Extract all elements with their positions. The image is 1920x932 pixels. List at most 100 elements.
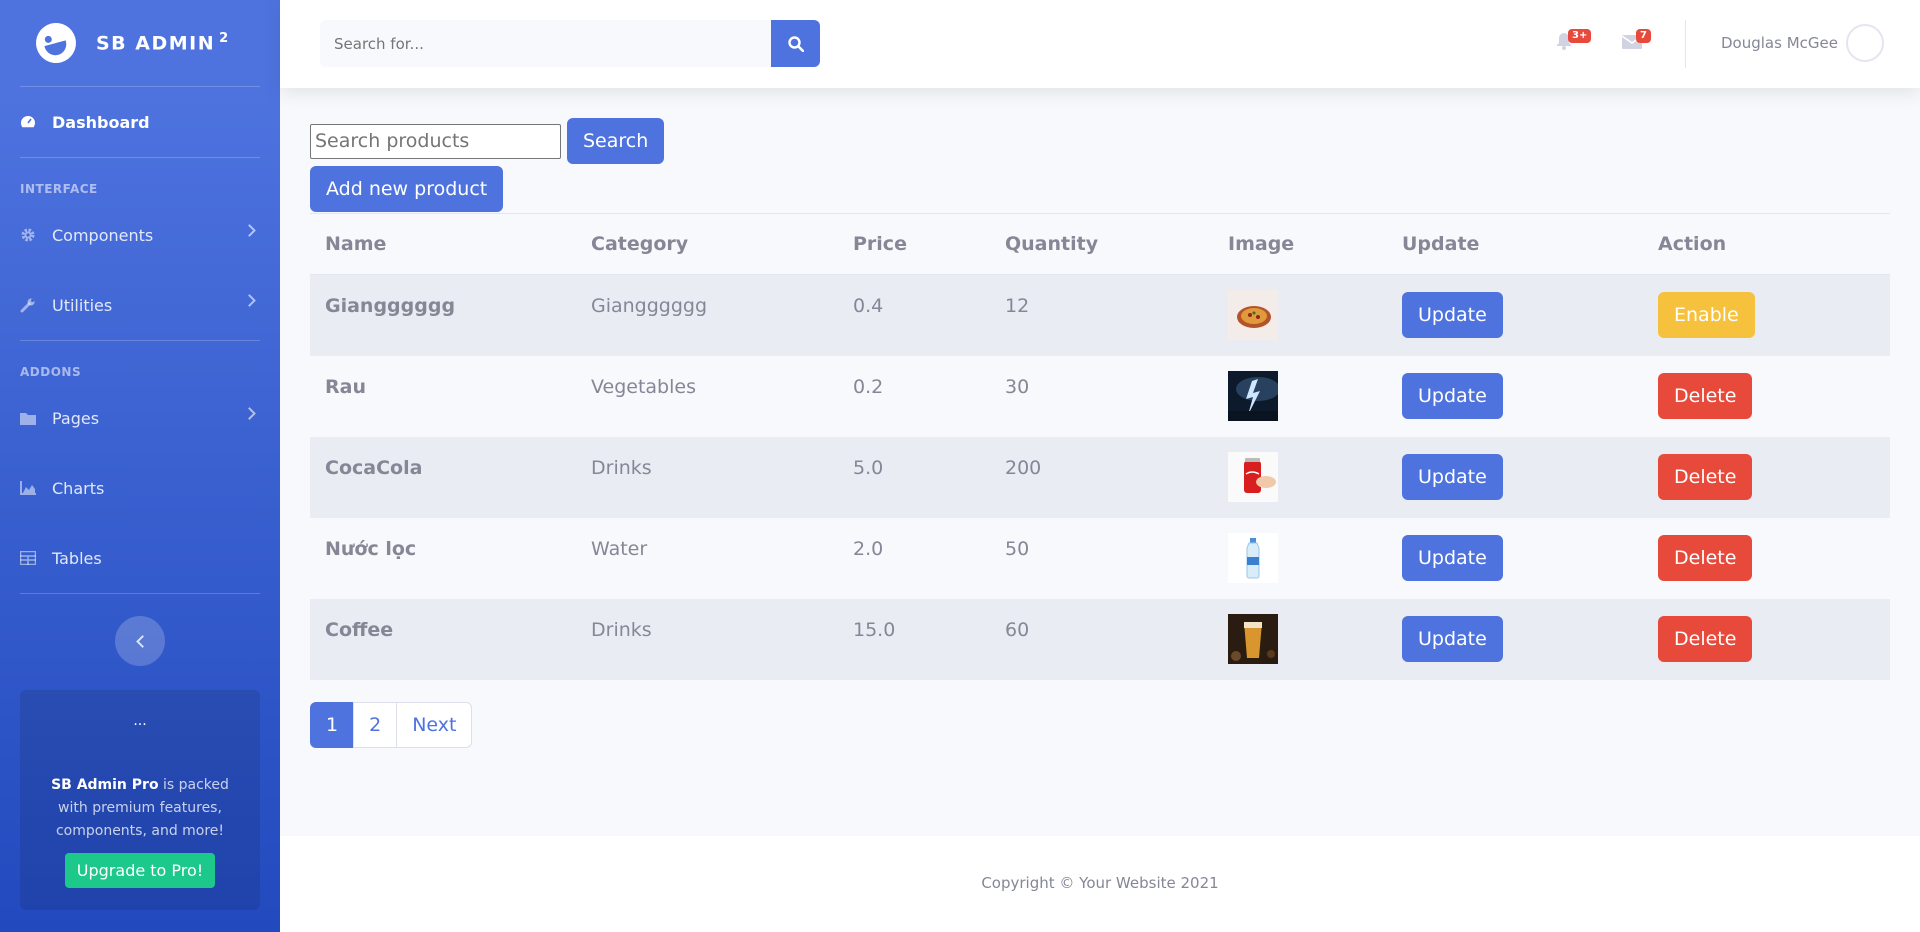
copyright-text: Copyright © Your Website 2021: [981, 874, 1219, 892]
product-category: Water: [591, 537, 648, 560]
delete-button[interactable]: Delete: [1658, 373, 1753, 419]
product-name: CocaCola: [310, 436, 576, 518]
column-header-name: Name: [310, 213, 576, 275]
table-icon: [20, 551, 52, 565]
product-price: 0.4: [838, 274, 990, 356]
products-table: Name Category Price Quantity Image Updat…: [310, 213, 1890, 680]
column-header-update: Update: [1387, 213, 1643, 275]
page-2-link[interactable]: 2: [353, 701, 398, 748]
product-price: 2.0: [853, 537, 884, 560]
sidebar-item-label: Components: [52, 225, 154, 245]
gear-icon: [20, 227, 52, 243]
table-row: Coffee Drinks 15.0 60 Update Delete: [310, 598, 1890, 680]
brand-sup: 2: [219, 31, 230, 47]
product-quantity: 60: [990, 598, 1213, 680]
product-price: 15.0: [838, 598, 990, 680]
sidebar-item-label: Tables: [52, 548, 102, 568]
folder-icon: [20, 411, 52, 425]
chevron-right-icon: [243, 294, 256, 307]
sidebar-divider: [20, 593, 260, 594]
sidebar-item-utilities[interactable]: Utilities: [0, 270, 280, 340]
update-button[interactable]: Update: [1402, 535, 1503, 581]
product-search-button[interactable]: Search: [567, 118, 665, 164]
product-search-input[interactable]: [310, 123, 561, 159]
alerts-dropdown[interactable]: 3+: [1556, 29, 1592, 54]
sidebar-item-dashboard[interactable]: Dashboard: [0, 87, 280, 157]
page-1-link[interactable]: 1: [310, 701, 355, 748]
product-price: 5.0: [838, 436, 990, 518]
topbar-search-input[interactable]: [320, 20, 771, 67]
column-header-price: Price: [838, 213, 990, 275]
add-product-button[interactable]: Add new product: [310, 166, 504, 212]
chevron-right-icon: [243, 407, 256, 420]
enable-button[interactable]: Enable: [1658, 292, 1755, 339]
sidebar-item-label: Utilities: [52, 295, 113, 315]
column-header-quantity: Quantity: [990, 213, 1213, 275]
promo-bold: SB Admin Pro: [51, 777, 159, 793]
table-row: Rau Vegetables 0.2 30 Update Delete: [310, 356, 1890, 437]
sidebar-heading-interface: INTERFACE: [20, 182, 98, 196]
topbar-divider: [1685, 20, 1686, 68]
delete-button[interactable]: Delete: [1658, 535, 1753, 581]
next-page-link[interactable]: Next: [396, 701, 473, 748]
column-header-category: Category: [576, 213, 838, 275]
pagination: 1 2 Next: [310, 701, 1890, 748]
laugh-wink-icon: [31, 18, 81, 68]
table-row: CocaCola Drinks 5.0 200 Update Delete: [310, 436, 1890, 518]
update-button[interactable]: Update: [1402, 292, 1503, 339]
footer: Copyright © Your Website 2021: [280, 836, 1920, 932]
chart-area-icon: [20, 481, 52, 495]
wrench-icon: [20, 297, 52, 313]
user-name[interactable]: Douglas McGee: [1721, 34, 1838, 52]
table-header-row: Name Category Price Quantity Image Updat…: [310, 213, 1890, 275]
topbar: 3+ 7 Douglas McGee: [280, 0, 1920, 88]
water-bottle-image: [1228, 533, 1278, 583]
search-icon: [787, 35, 804, 52]
product-category: Vegetables: [591, 375, 696, 398]
sidebar-item-label: Dashboard: [52, 112, 150, 132]
column-header-action: Action: [1643, 213, 1890, 275]
topbar-search-button[interactable]: [771, 20, 820, 67]
product-quantity: 30: [1005, 375, 1030, 398]
delete-button[interactable]: Delete: [1658, 454, 1753, 500]
product-name: Giangggggg: [310, 274, 576, 356]
storm-image: [1228, 371, 1278, 421]
sidebar-toggle-button[interactable]: [115, 616, 165, 666]
product-category: Drinks: [576, 436, 838, 518]
sidebar-item-label: Charts: [52, 478, 105, 498]
sidebar-item-charts[interactable]: Charts: [0, 453, 280, 523]
product-price: 0.2: [853, 375, 884, 398]
product-quantity: 12: [990, 274, 1213, 356]
tachometer-icon: [20, 114, 52, 130]
table-row: Nước lọc Water 2.0 50 Update Delete: [310, 518, 1890, 599]
product-category: Drinks: [576, 598, 838, 680]
sidebar-item-pages[interactable]: Pages: [0, 383, 280, 453]
product-quantity: 50: [1005, 537, 1030, 560]
promo-image: ...: [133, 713, 147, 729]
brand-title: SB ADMIN: [96, 32, 216, 55]
upgrade-button[interactable]: Upgrade to Pro!: [64, 853, 216, 888]
sidebar-heading-addons: ADDONS: [20, 365, 82, 379]
sidebar-item-tables[interactable]: Tables: [0, 523, 280, 593]
sidebar-item-label: Pages: [52, 408, 100, 428]
sidebar-brand[interactable]: SB ADMIN 2: [0, 0, 280, 86]
delete-button[interactable]: Delete: [1658, 616, 1753, 662]
product-search-form: Search: [310, 118, 1890, 164]
table-row: Giangggggg Giangggggg 0.4 12 Update Enab…: [310, 274, 1890, 356]
sidebar-promo-card: ... SB Admin Pro is packed with premium …: [20, 690, 260, 910]
product-quantity: 200: [990, 436, 1213, 518]
messages-badge: 7: [1636, 29, 1651, 43]
messages-dropdown[interactable]: 7: [1621, 29, 1651, 54]
alerts-badge: 3+: [1568, 29, 1592, 43]
sidebar-item-components[interactable]: Components: [0, 200, 280, 270]
update-button[interactable]: Update: [1402, 454, 1503, 500]
product-name: Coffee: [310, 598, 576, 680]
update-button[interactable]: Update: [1402, 373, 1503, 419]
update-button[interactable]: Update: [1402, 616, 1503, 662]
chevron-left-icon: [135, 634, 149, 648]
pizza-image: [1228, 290, 1278, 341]
sidebar: SB ADMIN 2 Dashboard INTERFACE Components…: [0, 0, 280, 932]
main-content: Search Add new product Name Category Pri…: [310, 118, 1890, 748]
column-header-image: Image: [1213, 213, 1387, 275]
avatar[interactable]: [1846, 24, 1884, 62]
